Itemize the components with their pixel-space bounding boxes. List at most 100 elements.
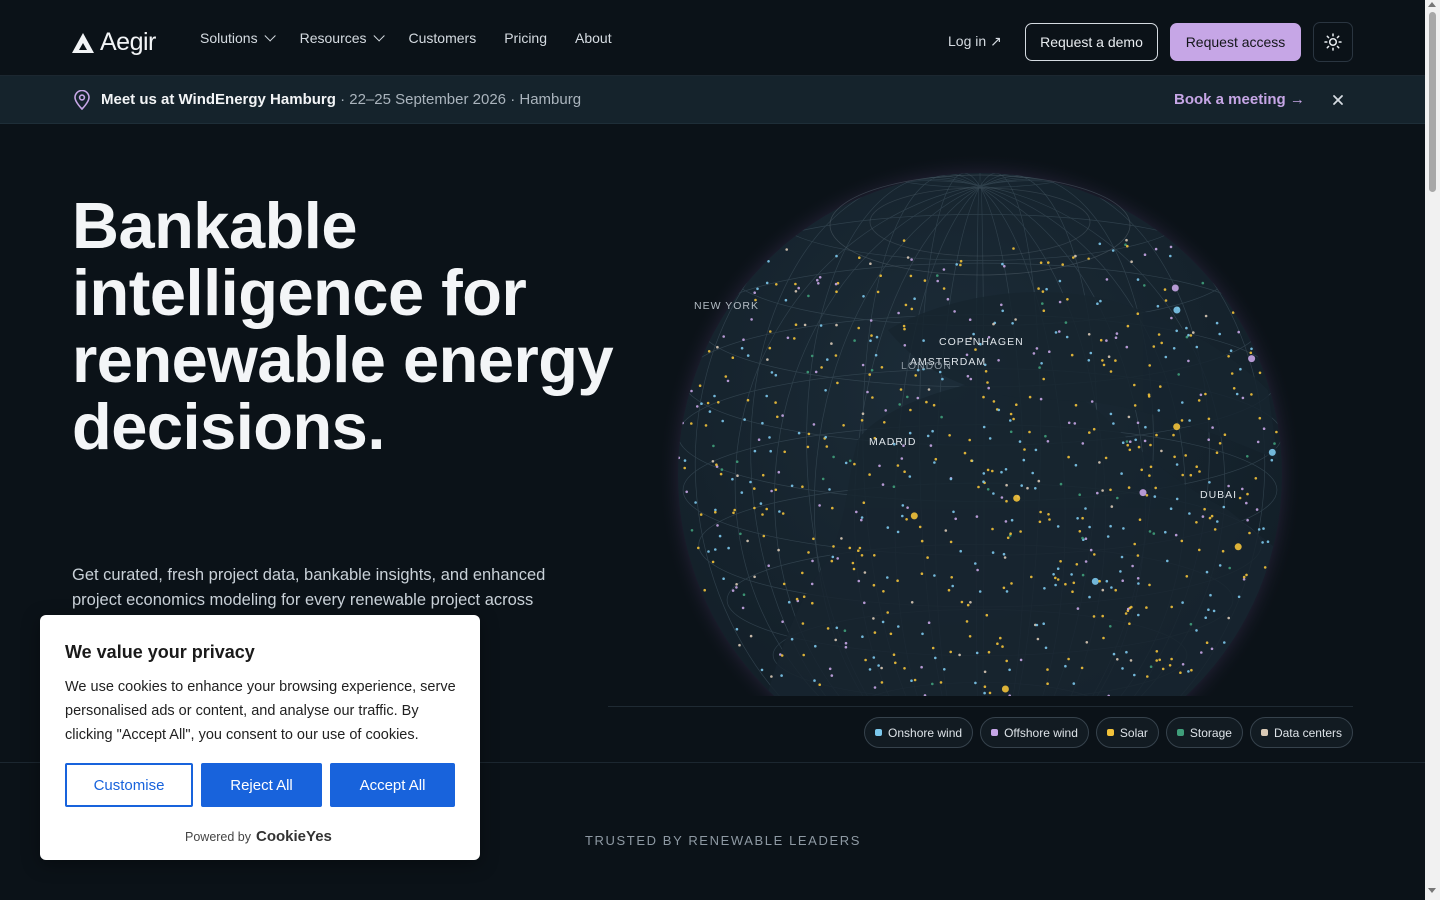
project-dot [720, 468, 724, 471]
nav-about[interactable]: About [575, 30, 612, 46]
project-dot [1041, 290, 1045, 293]
project-dot [988, 691, 992, 695]
theme-toggle-button[interactable] [1313, 22, 1353, 62]
close-icon[interactable] [1330, 92, 1346, 108]
project-dot [1245, 573, 1248, 577]
customise-button[interactable]: Customise [65, 763, 193, 807]
project-dot [886, 611, 889, 614]
project-dot [1223, 641, 1226, 644]
project-dot [1160, 341, 1163, 345]
project-dot [1208, 516, 1212, 520]
scroll-up-arrow[interactable] [1428, 2, 1436, 7]
project-dot [1061, 263, 1064, 266]
project-dot [982, 480, 985, 484]
project-dot [712, 444, 715, 448]
request-access-button[interactable]: Request access [1170, 23, 1301, 61]
nav-solutions[interactable]: Solutions [200, 30, 276, 46]
project-dot [819, 324, 823, 327]
project-dot [1144, 425, 1147, 429]
legend-chip[interactable]: Onshore wind [864, 717, 974, 748]
project-dot [1109, 412, 1113, 416]
project-dot [821, 477, 825, 481]
project-dot [1204, 392, 1207, 396]
project-dot [1152, 532, 1156, 535]
project-dot [875, 335, 879, 339]
project-dot [913, 297, 916, 300]
project-dot [968, 318, 972, 321]
project-dot [983, 670, 987, 674]
project-dot [1147, 395, 1151, 398]
project-dot [987, 650, 991, 654]
project-dot [738, 643, 741, 647]
scroll-thumb[interactable] [1429, 12, 1436, 192]
nav-solutions-label: Solutions [200, 30, 258, 46]
project-dot [1137, 582, 1140, 585]
project-dot [986, 381, 989, 384]
project-dot [1034, 487, 1037, 490]
project-dot [860, 419, 864, 422]
project-dot [1172, 433, 1175, 437]
project-dot [1048, 350, 1051, 353]
reject-all-button[interactable]: Reject All [201, 763, 322, 807]
project-dot [1064, 582, 1067, 586]
project-dot [818, 276, 822, 279]
project-dot [793, 337, 796, 340]
project-dot [717, 401, 720, 404]
project-dot [1262, 527, 1265, 530]
chevron-down-icon [264, 30, 276, 42]
project-dot [1189, 622, 1193, 626]
project-dot [834, 282, 838, 286]
accept-all-button[interactable]: Accept All [330, 763, 455, 807]
login-link[interactable]: Log in ↗ [948, 33, 1002, 50]
nav-pricing[interactable]: Pricing [504, 30, 547, 46]
cookieyes-logo[interactable]: CookieYes [256, 828, 332, 845]
project-dot [1136, 577, 1140, 580]
project-dot [869, 262, 872, 265]
event-banner: Meet us at WindEnergy Hamburg · 22–25 Se… [0, 76, 1425, 124]
book-meeting-link[interactable]: Book a meeting → [1174, 91, 1305, 108]
project-dot [1081, 536, 1084, 540]
project-dot [1197, 399, 1201, 402]
project-dot [1169, 507, 1173, 511]
project-dot [886, 526, 890, 529]
project-dot [1218, 564, 1222, 567]
project-dot [985, 613, 989, 617]
project-dot [983, 691, 986, 695]
project-dot [1133, 542, 1136, 546]
project-dot [1270, 458, 1274, 462]
nav-customers[interactable]: Customers [409, 30, 477, 46]
project-dot [817, 282, 820, 285]
scroll-down-arrow[interactable] [1428, 888, 1436, 893]
request-demo-button[interactable]: Request a demo [1025, 23, 1158, 61]
project-dot [1090, 400, 1094, 403]
project-dot [1110, 505, 1114, 508]
project-dot [880, 366, 884, 369]
project-dot [1116, 496, 1119, 500]
project-dot [1239, 367, 1242, 371]
project-dot [757, 438, 761, 442]
project-dot [876, 290, 880, 294]
project-dot [731, 589, 735, 592]
project-dot [683, 459, 687, 462]
page-scrollbar[interactable] [1425, 0, 1440, 900]
project-dot [1031, 471, 1034, 475]
logo[interactable]: Aegir [72, 28, 156, 57]
project-dot [1054, 583, 1057, 587]
legend-chip[interactable]: Solar [1095, 717, 1159, 748]
project-dot [1200, 651, 1203, 654]
project-dot [716, 345, 719, 349]
project-dot [1039, 397, 1043, 401]
project-dot [1004, 520, 1008, 523]
legend-chip[interactable]: Data centers [1249, 717, 1353, 748]
nav-resources[interactable]: Resources [300, 30, 385, 46]
project-dot [1159, 385, 1162, 388]
legend-chip[interactable]: Storage [1165, 717, 1243, 748]
globe-map[interactable]: NEW YORK COPENHAGEN AMSTERDAM LONDON MAD… [608, 130, 1353, 696]
project-dot [1058, 279, 1062, 283]
project-dot [685, 490, 688, 494]
project-dot [1034, 448, 1038, 452]
project-dot [1000, 496, 1004, 499]
project-dot [1129, 659, 1133, 662]
legend-chip[interactable]: Offshore wind [980, 717, 1089, 748]
project-dot [1096, 491, 1099, 495]
